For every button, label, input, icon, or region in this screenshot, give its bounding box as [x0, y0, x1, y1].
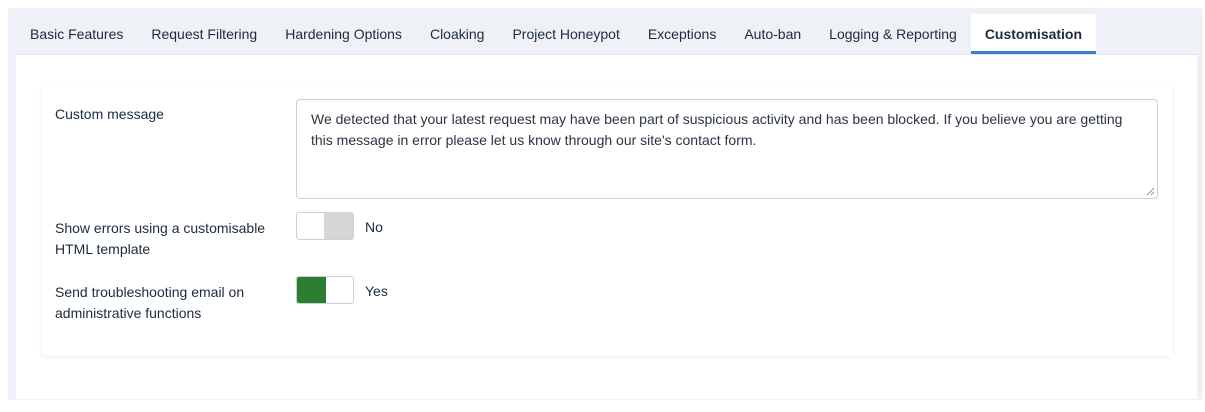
- custom-message-value: We detected that your latest request may…: [311, 111, 1123, 148]
- custom-message-label-text: Custom message: [55, 106, 164, 122]
- send-email-state: Yes: [365, 283, 388, 299]
- custom-message-label: Custom message: [55, 104, 164, 125]
- tab-exceptions[interactable]: Exceptions: [634, 14, 730, 54]
- tab-customisation[interactable]: Customisation: [970, 14, 1097, 54]
- send-email-label-line1: Send troubleshooting email on: [55, 284, 245, 300]
- tab-request-filtering[interactable]: Request Filtering: [137, 14, 271, 54]
- show-errors-toggle[interactable]: [296, 212, 354, 240]
- show-errors-state: No: [365, 219, 383, 235]
- tab-auto-ban[interactable]: Auto-ban: [730, 14, 815, 54]
- tab-content: Custom message We detected that your lat…: [16, 54, 1197, 399]
- settings-card: Custom message We detected that your lat…: [42, 86, 1172, 356]
- tab-bar: Basic Features Request Filtering Hardeni…: [16, 14, 1097, 54]
- tab-cloaking[interactable]: Cloaking: [416, 14, 498, 54]
- tab-project-honeypot[interactable]: Project Honeypot: [498, 14, 633, 54]
- show-errors-label-line1: Show errors using a customisable: [55, 220, 266, 236]
- tab-hardening-options[interactable]: Hardening Options: [271, 14, 416, 54]
- tab-logging-reporting[interactable]: Logging & Reporting: [815, 14, 971, 54]
- custom-message-textarea[interactable]: We detected that your latest request may…: [296, 99, 1158, 199]
- send-email-label-line2: administrative functions: [55, 305, 202, 321]
- show-errors-label: Show errors using a customisable HTML te…: [55, 218, 265, 260]
- tab-basic-features[interactable]: Basic Features: [16, 14, 137, 54]
- toggle-knob: [297, 277, 326, 303]
- show-errors-label-line2: HTML template: [55, 241, 151, 257]
- toggle-knob: [324, 213, 353, 239]
- resize-handle-icon[interactable]: [1146, 187, 1155, 196]
- send-email-toggle[interactable]: [296, 276, 354, 304]
- send-email-label: Send troubleshooting email on administra…: [55, 282, 244, 324]
